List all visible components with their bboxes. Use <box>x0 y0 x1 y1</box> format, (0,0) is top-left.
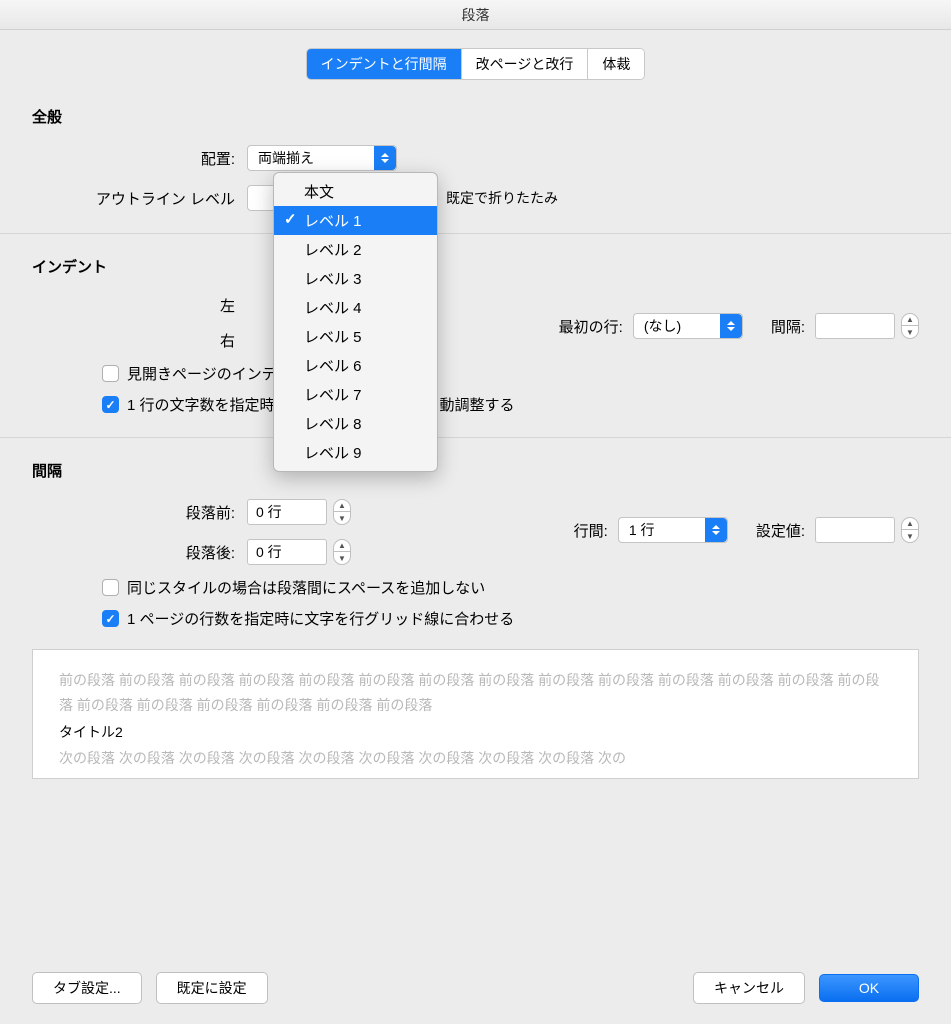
nospace-checkbox[interactable] <box>102 579 119 596</box>
dd-item-level7[interactable]: レベル 7 <box>274 380 437 409</box>
indent-width-stepper[interactable]: ▲▼ <box>901 313 919 339</box>
line-at-input[interactable] <box>815 517 895 543</box>
indent-width-input[interactable] <box>815 313 895 339</box>
indent-left-label: 左 <box>32 295 247 316</box>
dd-item-level2[interactable]: レベル 2 <box>274 235 437 264</box>
after-stepper[interactable]: ▲▼ <box>333 539 351 565</box>
first-line-value: (なし) <box>644 316 681 336</box>
window-title: 段落 <box>0 0 951 30</box>
align-label: 配置: <box>32 148 247 169</box>
mirror-indent-checkbox[interactable] <box>102 365 119 382</box>
nospace-label: 同じスタイルの場合は段落間にスペースを追加しない <box>127 577 485 598</box>
chevron-updown-icon <box>705 518 727 542</box>
snap-grid-checkbox[interactable] <box>102 610 119 627</box>
tab-layout[interactable]: 体裁 <box>588 49 644 79</box>
divider <box>0 437 951 438</box>
tabs-button[interactable]: タブ設定... <box>32 972 142 1004</box>
tab-indent[interactable]: インデントと行間隔 <box>307 49 462 79</box>
after-input[interactable]: 0 行 <box>247 539 327 565</box>
preview-current: タイトル2 <box>59 718 892 746</box>
set-default-button[interactable]: 既定に設定 <box>156 972 268 1004</box>
dd-item-level8[interactable]: レベル 8 <box>274 409 437 438</box>
before-label: 段落前: <box>32 502 247 523</box>
dd-item-level5[interactable]: レベル 5 <box>274 322 437 351</box>
preview-box: 前の段落 前の段落 前の段落 前の段落 前の段落 前の段落 前の段落 前の段落 … <box>32 649 919 779</box>
section-spacing: 間隔 <box>32 460 919 481</box>
outline-level-dropdown[interactable]: 本文 レベル 1 レベル 2 レベル 3 レベル 4 レベル 5 レベル 6 レ… <box>273 172 438 472</box>
before-input[interactable]: 0 行 <box>247 499 327 525</box>
line-spacing-label: 行間: <box>574 520 608 541</box>
indent-width-label: 間隔: <box>771 316 805 337</box>
section-indent: インデント <box>32 256 919 277</box>
cancel-button[interactable]: キャンセル <box>693 972 805 1004</box>
dd-item-level9[interactable]: レベル 9 <box>274 438 437 467</box>
dd-item-level4[interactable]: レベル 4 <box>274 293 437 322</box>
auto-indent-checkbox[interactable] <box>102 396 119 413</box>
dd-item-level6[interactable]: レベル 6 <box>274 351 437 380</box>
line-at-stepper[interactable]: ▲▼ <box>901 517 919 543</box>
outline-label: アウトライン レベル <box>32 188 247 209</box>
preview-next: 次の段落 次の段落 次の段落 次の段落 次の段落 次の段落 次の段落 次の段落 … <box>59 746 892 771</box>
line-spacing-value: 1 行 <box>629 520 655 540</box>
tab-page-break[interactable]: 改ページと改行 <box>462 49 589 79</box>
dd-item-level3[interactable]: レベル 3 <box>274 264 437 293</box>
section-general: 全般 <box>32 106 919 127</box>
after-label: 段落後: <box>32 542 247 563</box>
indent-right-label: 右 <box>32 330 247 351</box>
chevron-updown-icon <box>720 314 742 338</box>
snap-grid-label: 1 ページの行数を指定時に文字を行グリッド線に合わせる <box>127 608 514 629</box>
dd-item-level1[interactable]: レベル 1 <box>274 206 437 235</box>
collapse-label: 既定で折りたたみ <box>446 188 558 208</box>
tab-bar: インデントと行間隔 改ページと改行 体裁 <box>32 48 919 80</box>
chevron-updown-icon <box>374 146 396 170</box>
first-line-select[interactable]: (なし) <box>633 313 743 339</box>
before-stepper[interactable]: ▲▼ <box>333 499 351 525</box>
preview-prev: 前の段落 前の段落 前の段落 前の段落 前の段落 前の段落 前の段落 前の段落 … <box>59 668 892 718</box>
first-line-label: 最初の行: <box>559 316 623 337</box>
divider <box>0 233 951 234</box>
dd-item-body[interactable]: 本文 <box>274 177 437 206</box>
line-spacing-select[interactable]: 1 行 <box>618 517 728 543</box>
align-select[interactable]: 両端揃え <box>247 145 397 171</box>
ok-button[interactable]: OK <box>819 974 919 1002</box>
line-at-label: 設定値: <box>756 520 805 541</box>
align-value: 両端揃え <box>258 148 314 168</box>
